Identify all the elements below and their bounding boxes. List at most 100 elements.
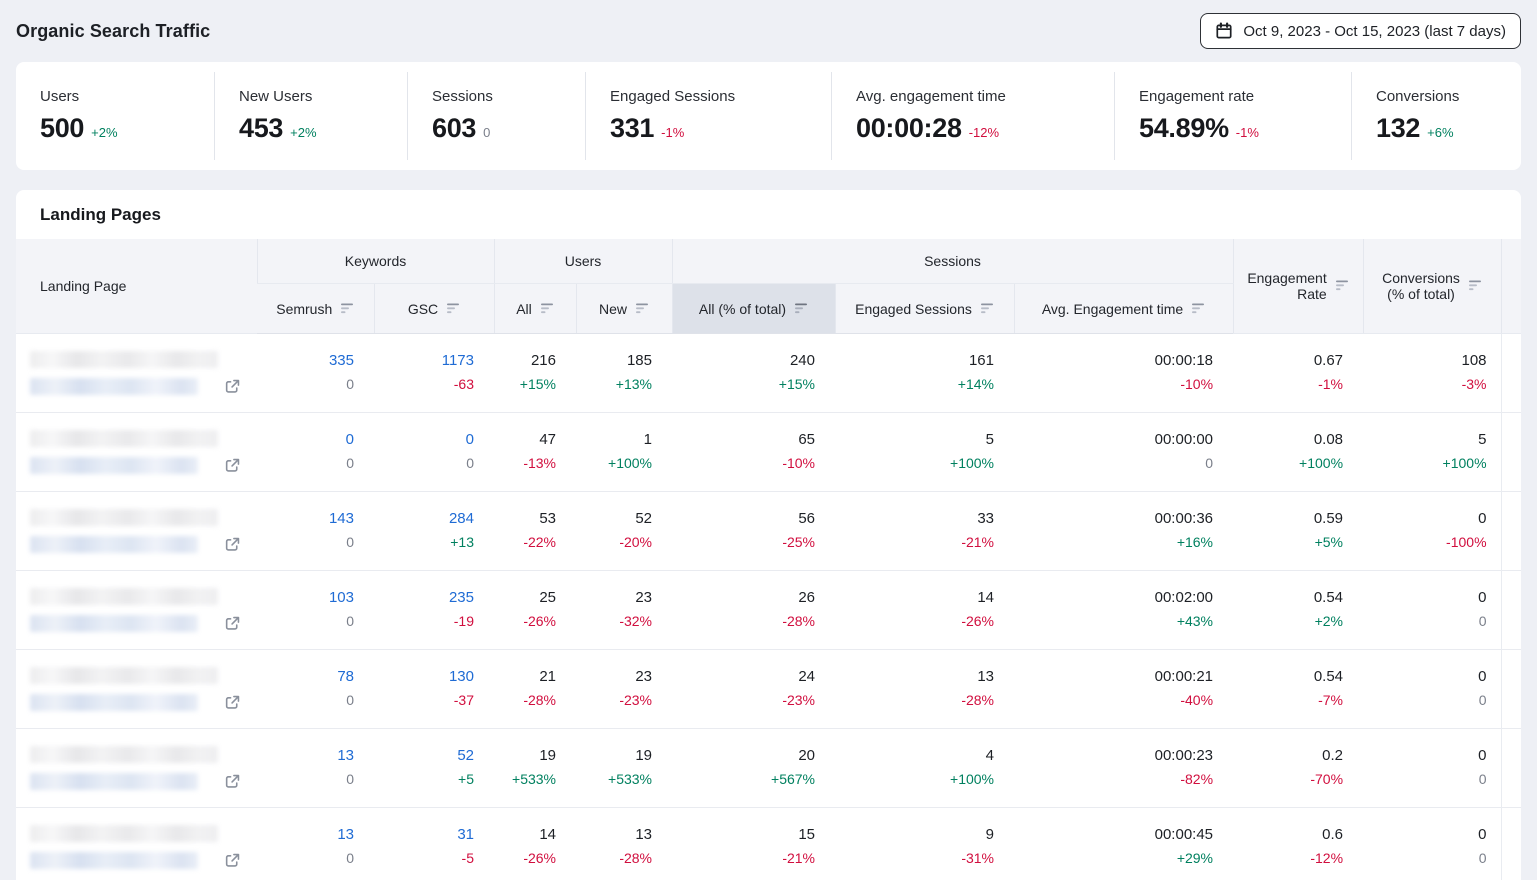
- sort-icon[interactable]: [1336, 280, 1349, 291]
- external-link-icon[interactable]: [224, 773, 241, 790]
- table-row: 33501173-63216+15%185+13%240+15%161+14%0…: [16, 333, 1521, 412]
- metric-value: 54.89%: [1139, 113, 1229, 144]
- column-header-engaged-sessions[interactable]: Engaged Sessions: [835, 283, 1014, 333]
- cell-gsc[interactable]: 284+13: [374, 491, 494, 570]
- column-header-landing-page: Landing Page: [16, 239, 257, 333]
- blurred-landing-page-title: [30, 667, 218, 684]
- cell-value[interactable]: 1173: [374, 349, 474, 373]
- cell-delta: -28%: [672, 610, 815, 633]
- sort-icon[interactable]: [636, 303, 649, 314]
- landing-page-entry: [30, 746, 241, 790]
- cell-delta: -26%: [494, 610, 556, 633]
- column-header-semrush[interactable]: Semrush: [257, 283, 374, 333]
- blurred-landing-page-url: [30, 536, 198, 553]
- column-header-engagement-rate[interactable]: Engagement Rate: [1233, 239, 1363, 333]
- cell-semrush[interactable]: 130: [257, 807, 374, 880]
- cell-value[interactable]: 103: [257, 586, 354, 610]
- cell-value[interactable]: 0: [374, 428, 474, 452]
- cell-value[interactable]: 78: [257, 665, 354, 689]
- cell-avg-engagement-time: 00:00:21-40%: [1014, 649, 1233, 728]
- cell-gsc[interactable]: 130-37: [374, 649, 494, 728]
- cell-value[interactable]: 0: [257, 428, 354, 452]
- cell-delta: 0: [1363, 768, 1487, 791]
- cell-engagement-rate: 0.67-1%: [1233, 333, 1363, 412]
- landing-pages-card: Landing Pages Landing Page Keywords User…: [16, 190, 1521, 880]
- cell-value[interactable]: 13: [257, 823, 354, 847]
- cell-conversions: 00: [1363, 728, 1501, 807]
- column-header-conversions[interactable]: Conversions (% of total): [1363, 239, 1501, 333]
- cell-semrush[interactable]: 780: [257, 649, 374, 728]
- landing-page-cell: [16, 728, 257, 807]
- cell-delta: +5: [374, 768, 474, 791]
- cell-delta: +29%: [1014, 847, 1213, 870]
- cell-value[interactable]: 13: [257, 744, 354, 768]
- blurred-landing-page-url: [30, 615, 198, 632]
- cell-sessions-all: 65-10%: [672, 412, 835, 491]
- sort-icon[interactable]: [981, 303, 994, 314]
- table-edge-sliver-cell: [1501, 728, 1521, 807]
- cell-semrush[interactable]: 130: [257, 728, 374, 807]
- external-link-icon[interactable]: [224, 615, 241, 632]
- cell-gsc[interactable]: 00: [374, 412, 494, 491]
- avg-engagement-time-header-label: Avg. Engagement time: [1042, 301, 1183, 317]
- external-link-icon[interactable]: [224, 457, 241, 474]
- cell-value: 23: [576, 665, 652, 689]
- cell-gsc[interactable]: 31-5: [374, 807, 494, 880]
- cell-engaged-sessions: 161+14%: [835, 333, 1014, 412]
- external-link-icon[interactable]: [224, 694, 241, 711]
- cell-semrush[interactable]: 3350: [257, 333, 374, 412]
- cell-sessions-all: 24-23%: [672, 649, 835, 728]
- cell-gsc[interactable]: 1173-63: [374, 333, 494, 412]
- cell-value[interactable]: 235: [374, 586, 474, 610]
- cell-value: 00:00:23: [1014, 744, 1213, 768]
- column-header-sessions-all-sorted[interactable]: All (% of total): [672, 283, 835, 333]
- cell-engaged-sessions: 5+100%: [835, 412, 1014, 491]
- cell-value: 185: [576, 349, 652, 373]
- cell-delta: +13%: [576, 373, 652, 396]
- cell-value: 13: [835, 665, 994, 689]
- cell-value[interactable]: 335: [257, 349, 354, 373]
- cell-value[interactable]: 31: [374, 823, 474, 847]
- date-range-picker[interactable]: Oct 9, 2023 - Oct 15, 2023 (last 7 days): [1200, 13, 1521, 49]
- cell-value[interactable]: 130: [374, 665, 474, 689]
- sort-icon[interactable]: [1192, 303, 1205, 314]
- cell-semrush[interactable]: 1430: [257, 491, 374, 570]
- cell-delta: -63: [374, 373, 474, 396]
- cell-delta: +15%: [672, 373, 815, 396]
- cell-users-all: 25-26%: [494, 570, 576, 649]
- sort-icon[interactable]: [541, 303, 554, 314]
- column-header-users-new[interactable]: New: [576, 283, 672, 333]
- metric-value-row: 54.89% -1%: [1139, 113, 1341, 144]
- table-row: 13052+519+533%19+533%20+567%4+100%00:00:…: [16, 728, 1521, 807]
- cell-users-all: 53-22%: [494, 491, 576, 570]
- cell-gsc[interactable]: 52+5: [374, 728, 494, 807]
- cell-value: 23: [576, 586, 652, 610]
- external-link-icon[interactable]: [224, 378, 241, 395]
- external-link-icon[interactable]: [224, 852, 241, 869]
- column-header-avg-engagement-time[interactable]: Avg. Engagement time: [1014, 283, 1233, 333]
- cell-delta: -37: [374, 689, 474, 712]
- cell-semrush[interactable]: 1030: [257, 570, 374, 649]
- metric-card: Avg. engagement time 00:00:28 -12%: [831, 72, 1114, 160]
- calendar-icon: [1215, 22, 1233, 40]
- column-header-gsc[interactable]: GSC: [374, 283, 494, 333]
- cell-value[interactable]: 143: [257, 507, 354, 531]
- blurred-landing-page-title: [30, 351, 218, 368]
- column-header-users-all[interactable]: All: [494, 283, 576, 333]
- cell-value[interactable]: 52: [374, 744, 474, 768]
- cell-avg-engagement-time: 00:00:18-10%: [1014, 333, 1233, 412]
- sort-icon[interactable]: [1469, 280, 1482, 291]
- external-link-icon[interactable]: [224, 536, 241, 553]
- cell-value: 24: [672, 665, 815, 689]
- sort-active-icon[interactable]: [795, 303, 808, 314]
- column-group-keywords: Keywords: [257, 239, 494, 283]
- blurred-landing-page-url: [30, 457, 198, 474]
- cell-conversions: 00: [1363, 649, 1501, 728]
- cell-delta: -31%: [835, 847, 994, 870]
- blurred-landing-page-url: [30, 378, 198, 395]
- sort-icon[interactable]: [447, 303, 460, 314]
- cell-gsc[interactable]: 235-19: [374, 570, 494, 649]
- cell-semrush[interactable]: 00: [257, 412, 374, 491]
- sort-icon[interactable]: [341, 303, 354, 314]
- cell-value[interactable]: 284: [374, 507, 474, 531]
